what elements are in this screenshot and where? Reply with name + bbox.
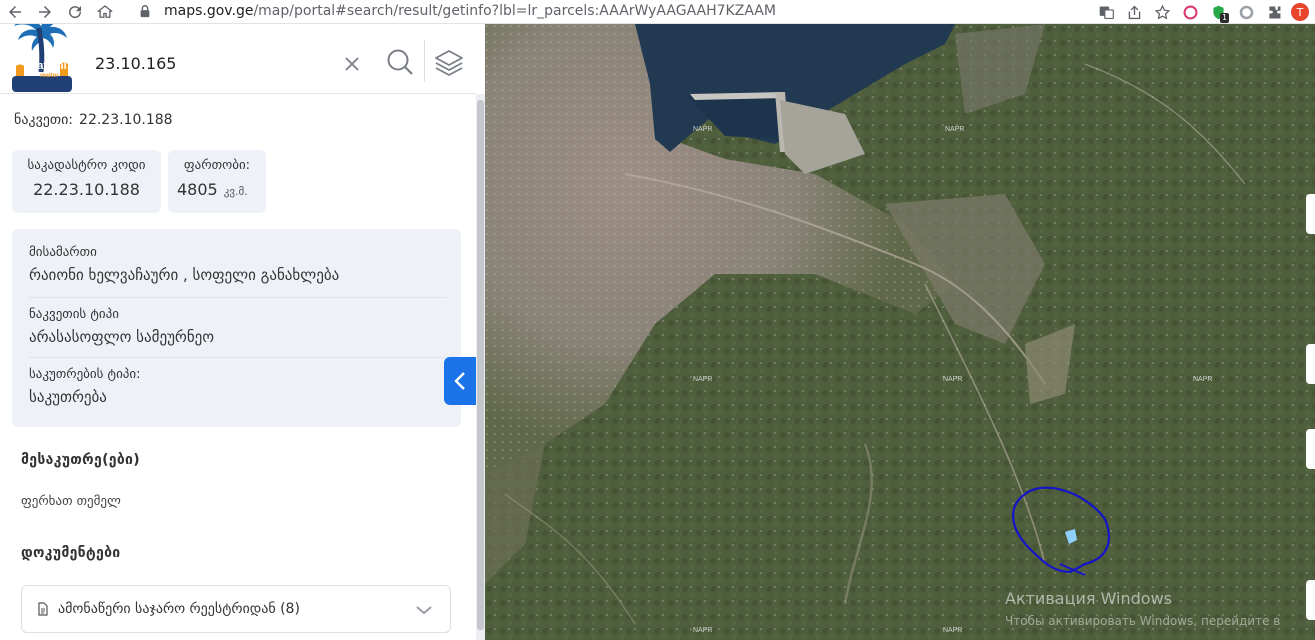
close-icon: [345, 57, 359, 71]
area-label: ფართობი:: [183, 158, 251, 173]
map-side-control[interactable]: [1306, 194, 1315, 234]
map-tile-label: NAPR: [945, 126, 965, 133]
reload-button[interactable]: [60, 0, 90, 24]
map-tile-label: NAPR: [943, 627, 963, 634]
info-divider: [29, 297, 447, 298]
circle-extension-icon: [1183, 5, 1197, 19]
area-value: 4805: [177, 180, 218, 199]
clear-search-button[interactable]: [340, 52, 364, 76]
url-path: /map/portal#search/result/getinfo?lbl=lr…: [253, 3, 776, 19]
cadastral-code-label: საკადასტრო კოდი: [27, 158, 146, 173]
chevron-left-icon: [454, 372, 465, 390]
browser-toolbar: maps.gov.ge/map/portal#search/result/get…: [0, 0, 1315, 24]
search-input[interactable]: [95, 50, 325, 76]
puzzle-icon: [1268, 6, 1280, 18]
lock-icon: [140, 5, 150, 18]
parcel-value: 22.23.10.188: [79, 112, 173, 128]
map-tile-label: NAPR: [693, 627, 713, 634]
map-tile-label: NAPR: [1193, 376, 1213, 383]
arrow-left-icon: [9, 5, 21, 18]
cadastral-code-value: 22.23.10.188: [33, 180, 140, 199]
satellite-map[interactable]: NAPR NAPR NAPR NAPR NAPR NAPR NAPR Актив…: [485, 24, 1315, 640]
map-tile-label: NAPR: [693, 126, 713, 133]
documents-dropdown[interactable]: ამონაწერი საჯარო რეესტრიდან (8): [21, 585, 451, 633]
parcel-label: ნაკვეთი:: [14, 112, 74, 128]
search-icon: [387, 49, 413, 75]
arrow-right-icon: [39, 5, 51, 18]
documents-selected: ამონაწერი საჯარო რეესტრიდან (8): [58, 601, 300, 617]
share-icon: [1128, 5, 1140, 19]
ownership-type-value: საკუთრება: [29, 388, 107, 406]
map-imagery: [485, 24, 1315, 640]
url-host: maps.gov.ge: [164, 3, 254, 19]
extension-shield[interactable]: 1: [1207, 1, 1229, 23]
panel-scrollbar-thumb[interactable]: [477, 100, 484, 630]
reload-icon: [69, 5, 82, 18]
logo-subtitle: realtor: [40, 73, 59, 79]
windows-activation-title: Активация Windows: [1005, 589, 1172, 608]
area-unit: კვ.მ.: [223, 185, 248, 198]
extensions-menu-button[interactable]: [1263, 1, 1285, 23]
extension-opera[interactable]: [1179, 1, 1201, 23]
ownership-type-label: საკუთრების ტიპი:: [29, 367, 141, 382]
area-value-line: 4805 კვ.მ.: [177, 180, 266, 199]
ownership-type-row: საკუთრების ტიპი: საკუთრება: [29, 367, 447, 406]
profile-avatar[interactable]: T: [1291, 3, 1309, 21]
chevron-down-icon: [416, 606, 432, 615]
bookmark-button[interactable]: [1151, 1, 1173, 23]
collapse-panel-button[interactable]: [444, 357, 476, 405]
translate-icon: [1099, 6, 1114, 19]
parcel-info-card: მისამართი რაიონი ხელვაჩაური , სოფელი გან…: [12, 229, 461, 427]
batumi-realtor-logo: Batumi realtor: [4, 24, 78, 98]
extension-badge: 1: [1220, 13, 1229, 23]
parcel-type-label: ნაკვეთის ტიპი: [29, 307, 119, 322]
layers-button[interactable]: [432, 46, 466, 80]
map-tile-label: NAPR: [943, 376, 963, 383]
area-card: ფართობი: 4805 კვ.მ.: [168, 150, 266, 213]
extensions-area: 1 T: [1095, 0, 1315, 24]
star-icon: [1154, 4, 1170, 19]
back-button[interactable]: [0, 0, 30, 24]
address-value: რაიონი ხელვაჩაური , სოფელი განახლება: [29, 266, 340, 284]
ring-icon: [1239, 5, 1253, 19]
cadastral-code-card: საკადასტრო კოდი 22.23.10.188: [12, 150, 161, 213]
info-divider: [29, 357, 447, 358]
address-bar[interactable]: maps.gov.ge/map/portal#search/result/get…: [138, 0, 1198, 22]
info-panel: Batumi realtor ნაკვეთი: 22.23.10.188 საკა…: [0, 24, 476, 640]
home-icon: [97, 4, 113, 18]
address-label: მისამართი: [29, 245, 97, 260]
address-row: მისამართი რაიონი ხელვაჩაური , სოფელი გან…: [29, 245, 447, 284]
forward-button[interactable]: [30, 0, 60, 24]
map-side-control[interactable]: [1306, 580, 1315, 620]
documents-title: დოკუმენტები: [21, 545, 121, 561]
home-button[interactable]: [90, 0, 120, 24]
search-button[interactable]: [384, 46, 416, 78]
map-tile-label: NAPR: [693, 376, 713, 383]
toolbar-divider: [424, 40, 425, 82]
owners-title: მესაკუთრე(ები): [21, 452, 140, 468]
share-button[interactable]: [1123, 1, 1145, 23]
parcel-type-row: ნაკვეთის ტიპი არასასოფლო სამეურნეო: [29, 307, 447, 346]
parcel-id-line: ნაკვეთი: 22.23.10.188: [14, 112, 173, 128]
logo-name: Batumi: [29, 60, 67, 72]
map-side-control[interactable]: [1306, 344, 1315, 384]
parcel-type-value: არასასოფლო სამეურნეო: [29, 328, 215, 346]
document-icon: [38, 602, 48, 616]
owner-name: ფერხათ თემელ: [21, 494, 121, 509]
translate-button[interactable]: [1095, 1, 1117, 23]
map-side-control[interactable]: [1306, 429, 1315, 469]
extension-gray[interactable]: [1235, 1, 1257, 23]
layers-icon: [435, 50, 463, 76]
windows-activation-subtitle: Чтобы активировать Windows, перейдите в: [1005, 614, 1281, 628]
